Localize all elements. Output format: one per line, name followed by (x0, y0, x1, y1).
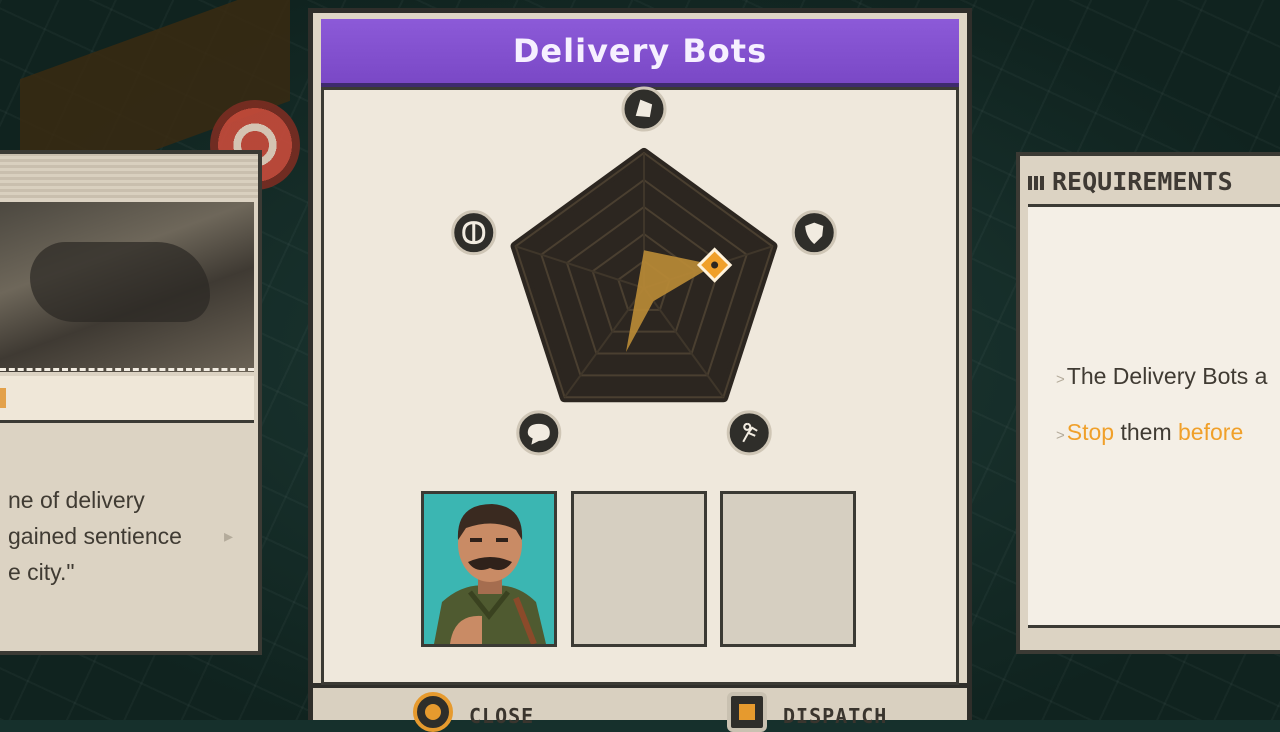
square-button-icon (727, 692, 767, 732)
next-arrow-icon[interactable]: ▸ (224, 526, 233, 547)
left-info-card: ne of delivery gained sentience e city."… (0, 150, 262, 655)
circle-button-icon (413, 692, 453, 732)
mustached-agent-portrait (424, 494, 554, 644)
requirements-card: REQUIREMENTS >The Delivery Bots a >Stop … (1016, 152, 1280, 654)
mission-panel: Delivery Bots (308, 8, 972, 688)
requirement-line-2: >Stop them before (1056, 419, 1244, 445)
band-marker (0, 388, 6, 408)
brain-icon (451, 210, 497, 256)
requirement-line-1: >The Delivery Bots a (1056, 363, 1268, 389)
requirements-title: REQUIREMENTS (1028, 162, 1233, 202)
agent-slot-3[interactable] (720, 491, 856, 647)
agent-slot-2[interactable] (571, 491, 707, 647)
running-icon (726, 410, 772, 456)
photo-divider (0, 368, 254, 371)
description-line: gained sentience (8, 523, 182, 549)
bars-icon (1028, 176, 1046, 190)
close-button[interactable]: CLOSE (413, 692, 534, 732)
shield-icon (791, 210, 837, 256)
agent-slot-1[interactable] (421, 491, 557, 647)
requirements-body: >The Delivery Bots a >Stop them before (1028, 204, 1280, 628)
highlight-marker-dot (711, 261, 719, 269)
top-stat-icon (621, 86, 667, 132)
bullet-icon: > (1056, 371, 1065, 388)
dispatch-button[interactable]: DISPATCH (727, 692, 887, 732)
card-header-strip (0, 154, 258, 198)
event-photo (0, 202, 254, 372)
description-line: e city." (8, 559, 75, 585)
bullet-icon: > (1056, 427, 1065, 444)
panel-footer: CLOSE DISPATCH (308, 688, 972, 732)
description-line: ne of delivery (8, 487, 145, 513)
speech-bubble-icon (516, 410, 562, 456)
card-title-band (0, 376, 254, 423)
event-description: ne of delivery gained sentience e city." (8, 482, 248, 590)
